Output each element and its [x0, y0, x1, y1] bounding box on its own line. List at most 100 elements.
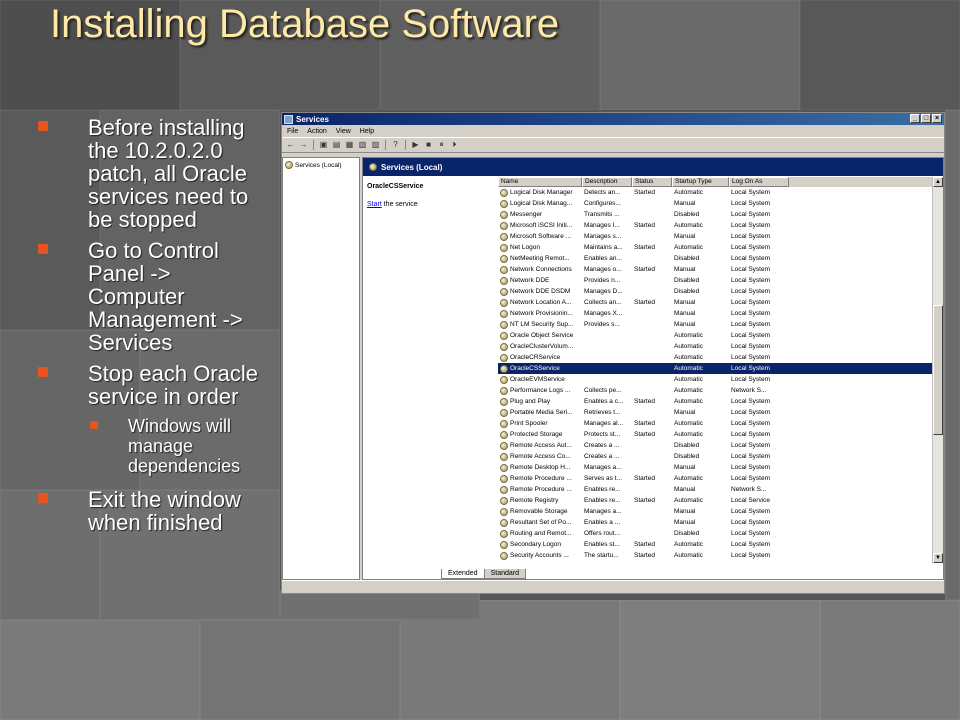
export-icon[interactable]: ▨	[370, 140, 381, 150]
service-status	[632, 330, 672, 341]
service-startup-type: Manual	[674, 519, 696, 526]
service-status: Started	[634, 431, 655, 438]
table-row[interactable]: Remote Access Aut... Creates a ... Disable…	[498, 440, 943, 451]
gear-icon	[500, 254, 508, 263]
column-header-log-on-as[interactable]: Log On As	[729, 177, 789, 187]
column-header-description[interactable]: Description	[582, 177, 632, 187]
table-row[interactable]: Network Location A... Collects an... Start…	[498, 297, 943, 308]
service-log-on-as: Local System	[731, 409, 771, 416]
table-row[interactable]: Microsoft Software ... Manages s... Manual…	[498, 231, 943, 242]
service-startup-type: Automatic	[674, 420, 703, 427]
table-row[interactable]: Logical Disk Manager Detects an... Started…	[498, 187, 943, 198]
table-row[interactable]: Remote Access Co... Creates a ... Disabled…	[498, 451, 943, 462]
tab-standard[interactable]: Standard	[483, 569, 527, 579]
service-name: OracleEVMService	[498, 374, 582, 385]
column-header-name[interactable]: Name	[498, 177, 582, 187]
menu-file[interactable]: File	[287, 128, 298, 135]
service-log-on-as: Local System	[731, 288, 771, 295]
window-titlebar[interactable]: Services _ □ ×	[282, 113, 944, 125]
service-startup-type: Automatic	[674, 431, 703, 438]
service-log-on-as: Local System	[731, 453, 771, 460]
table-row[interactable]: Secondary Logon Enables st... Started Autom…	[498, 539, 943, 550]
table-row[interactable]: OracleClusterVolum... Automatic Local Syst…	[498, 341, 943, 352]
table-row[interactable]: Microsoft iSCSI Initi... Manages I... Star…	[498, 220, 943, 231]
service-log-on-as: Local System	[731, 310, 771, 317]
service-name: Security Accounts ...	[498, 550, 582, 561]
table-row[interactable]: Remote Procedure ... Enables re... Manual N…	[498, 484, 943, 495]
table-row[interactable]: Network DDE DSDM Manages D... Disabled Loca…	[498, 286, 943, 297]
bullet-square-icon	[38, 121, 48, 131]
table-row[interactable]: Performance Logs ... Collects pe... Automa…	[498, 385, 943, 396]
bullet-square-icon	[38, 493, 48, 503]
vertical-scrollbar[interactable]: ▲ ▼	[932, 177, 943, 563]
service-description	[582, 330, 632, 341]
table-row[interactable]: Remote Procedure ... Serves as t... Starte…	[498, 473, 943, 484]
tree-node-services-local[interactable]: Services (Local)	[285, 161, 357, 169]
table-row[interactable]: Network Provisionin... Manages X... Manual…	[498, 308, 943, 319]
service-status: Started	[634, 420, 655, 427]
gear-icon	[500, 331, 508, 340]
table-row[interactable]: OracleCRService Automatic Local System	[498, 352, 943, 363]
selected-service-name: OracleCSService	[367, 183, 424, 190]
scroll-up-icon[interactable]: ▲	[933, 177, 943, 187]
table-row[interactable]: Network Connections Manages o... Started Ma…	[498, 264, 943, 275]
close-button[interactable]: ×	[932, 114, 942, 123]
service-name: Remote Access Co...	[498, 451, 582, 462]
table-row[interactable]: Routing and Remot... Offers rout... Disabl…	[498, 528, 943, 539]
menu-help[interactable]: Help	[360, 128, 374, 135]
tab-extended[interactable]: Extended	[441, 569, 485, 579]
table-row[interactable]: Messenger Transmits ... Disabled Local Syst…	[498, 209, 943, 220]
start-service-link[interactable]: Start	[367, 201, 382, 208]
gear-icon	[500, 188, 508, 197]
table-row[interactable]: OracleCSService Automatic Local System	[498, 363, 943, 374]
table-row[interactable]: Security Accounts ... The startu... Starte…	[498, 550, 943, 561]
menu-bar: File Action View Help	[282, 125, 944, 138]
table-row[interactable]: OracleEVMService Automatic Local System	[498, 374, 943, 385]
up-icon[interactable]: ▣	[318, 140, 329, 150]
service-status	[632, 462, 672, 473]
pane-header: Services (Local)	[363, 158, 943, 176]
table-row[interactable]: Net Logon Maintains a... Started Automatic L…	[498, 242, 943, 253]
table-row[interactable]: NT LM Security Sup... Provides s... Manual…	[498, 319, 943, 330]
maximize-button[interactable]: □	[921, 114, 931, 123]
column-header-status[interactable]: Status	[632, 177, 672, 187]
table-row[interactable]: Oracle Object Service Automatic Local Syst…	[498, 330, 943, 341]
stop-service-icon[interactable]: ■	[423, 140, 434, 150]
table-row[interactable]: Protected Storage Protects st... Started Au…	[498, 429, 943, 440]
table-row[interactable]: Network DDE Provides n... Disabled Local Sy…	[498, 275, 943, 286]
back-icon[interactable]: ←	[285, 140, 296, 150]
gear-icon	[500, 298, 508, 307]
service-log-on-as: Local System	[731, 530, 771, 537]
start-service-icon[interactable]: ▶	[410, 140, 421, 150]
service-description: The startu...	[584, 552, 619, 559]
background-tile	[0, 620, 200, 720]
table-row[interactable]: Portable Media Seri... Retrieves t... Manu…	[498, 407, 943, 418]
table-row[interactable]: Print Spooler Manages al... Started Automat…	[498, 418, 943, 429]
table-row[interactable]: NetMeeting Remot... Enables an... Disabled…	[498, 253, 943, 264]
scroll-down-icon[interactable]: ▼	[933, 553, 943, 563]
table-row[interactable]: Remote Registry Enables re... Started Autom…	[498, 495, 943, 506]
service-log-on-as: Local System	[731, 222, 771, 229]
scroll-thumb[interactable]	[933, 305, 943, 435]
forward-icon[interactable]: →	[298, 140, 309, 150]
table-row[interactable]: Plug and Play Enables a c... Started Automa…	[498, 396, 943, 407]
service-description: Creates a ...	[584, 442, 620, 449]
table-row[interactable]: Remote Desktop H... Manages a... Manual Loc…	[498, 462, 943, 473]
bullet-item: Go to Control Panel -> Computer Manageme…	[38, 239, 273, 354]
table-row[interactable]: Logical Disk Manag... Configures... Manual…	[498, 198, 943, 209]
service-status	[632, 506, 672, 517]
table-row[interactable]: Resultant Set of Po... Enables a ... Manua…	[498, 517, 943, 528]
column-header-startup-type[interactable]: Startup Type	[672, 177, 729, 187]
refresh-icon[interactable]: ▧	[357, 140, 368, 150]
minimize-button[interactable]: _	[910, 114, 920, 123]
menu-view[interactable]: View	[336, 128, 351, 135]
table-row[interactable]: Removable Storage Manages a... Manual Local…	[498, 506, 943, 517]
show-tree-icon[interactable]: ▤	[331, 140, 342, 150]
pause-service-icon[interactable]: ⏸	[436, 140, 447, 150]
help-icon[interactable]: ?	[390, 140, 401, 150]
menu-action[interactable]: Action	[307, 128, 326, 135]
properties-icon[interactable]: ▦	[344, 140, 355, 150]
service-description-panel: OracleCSService Start the service	[363, 177, 498, 563]
restart-service-icon[interactable]: ⏵	[449, 140, 460, 150]
service-status	[632, 286, 672, 297]
